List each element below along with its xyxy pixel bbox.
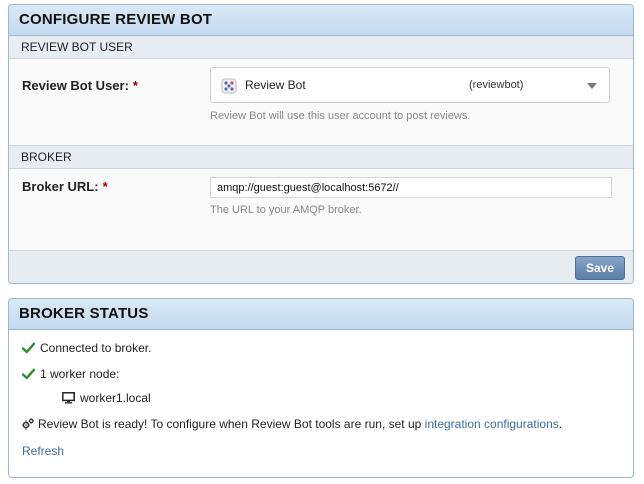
ready-text-body: Review Bot is ready! To configure when R… [38, 417, 425, 431]
broker-url-label-text: Broker URL: [22, 179, 99, 194]
connected-status: Connected to broker. [22, 341, 151, 355]
review-bot-user-help: Review Bot will use this user account to… [210, 110, 471, 122]
review-bot-user-row: Review Bot User: * Review Bot (reviewbot)… [9, 59, 633, 145]
review-bot-user-section-header: REVIEW BOT USER [9, 36, 633, 59]
ready-text: Review Bot is ready! To configure when R… [38, 417, 562, 431]
refresh-row: Refresh [22, 444, 64, 458]
broker-section-header: BROKER [9, 145, 633, 169]
worker-item: worker1.local [62, 391, 151, 405]
broker-url-row: Broker URL:* The URL to your AMQP broker… [9, 169, 633, 239]
broker-url-label: Broker URL: * [22, 179, 108, 194]
broker-url-help: The URL to your AMQP broker. [210, 204, 362, 216]
gears-icon [22, 418, 34, 430]
selected-user-name: Review Bot [245, 78, 306, 92]
broker-status-panel: BROKER STATUS Connected to broker. 1 wor… [8, 298, 634, 478]
form-footer: Save [9, 250, 633, 283]
review-bot-user-label-text: Review Bot User: [22, 78, 129, 93]
ready-text-suffix: . [558, 417, 563, 431]
panel-title: BROKER STATUS [9, 299, 633, 330]
required-marker: * [132, 78, 138, 93]
configure-review-bot-panel: CONFIGURE REVIEW BOT REVIEW BOT USER Rev… [8, 4, 634, 284]
worker-name: worker1.local [80, 391, 151, 405]
panel-title: CONFIGURE REVIEW BOT [9, 5, 633, 36]
review-bot-user-label: Review Bot User: * [22, 78, 138, 93]
review-bot-user-select[interactable]: Review Bot (reviewbot) [210, 67, 610, 103]
avatar-icon [221, 78, 237, 94]
required-marker: * [102, 179, 108, 194]
integration-configurations-link[interactable]: integration configurations [425, 417, 559, 431]
monitor-icon [62, 392, 75, 404]
check-icon [22, 368, 35, 380]
worker-count-text: 1 worker node: [40, 367, 120, 381]
selected-username: (reviewbot) [469, 79, 524, 91]
broker-url-input[interactable] [210, 177, 612, 198]
ready-status: Review Bot is ready! To configure when R… [22, 417, 562, 431]
chevron-down-icon[interactable] [587, 83, 597, 89]
worker-count-status: 1 worker node: [22, 367, 119, 381]
connected-text: Connected to broker. [40, 341, 152, 355]
save-button[interactable]: Save [575, 256, 625, 280]
check-icon [22, 342, 35, 354]
refresh-link[interactable]: Refresh [22, 444, 64, 458]
